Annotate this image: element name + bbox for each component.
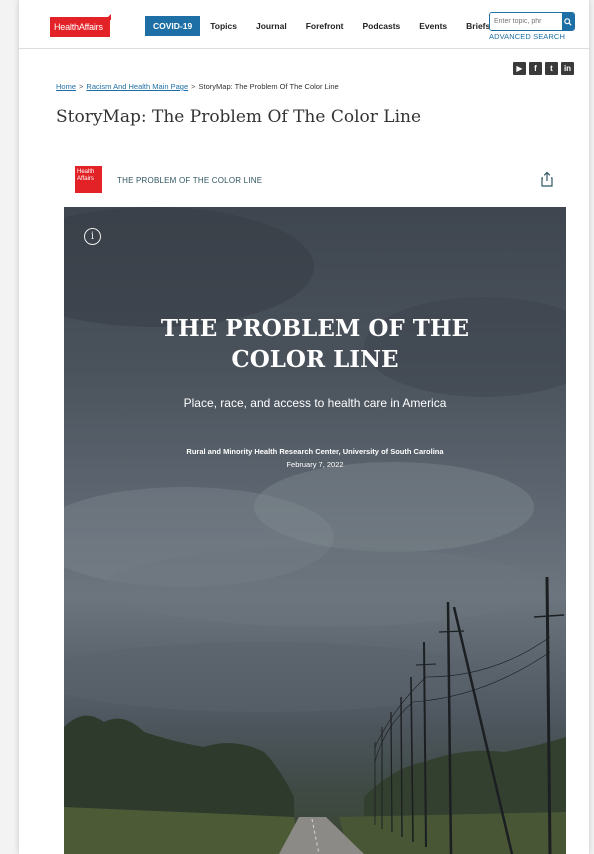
hero-title-line2: COLOR LINE bbox=[231, 346, 399, 373]
search-input[interactable] bbox=[490, 13, 562, 30]
info-icon[interactable]: i bbox=[84, 228, 101, 245]
storymap-logo-line2: Affairs bbox=[77, 176, 94, 182]
advanced-search-link[interactable]: ADVANCED SEARCH bbox=[489, 32, 565, 41]
nav-covid-19[interactable]: COVID-19 bbox=[145, 16, 201, 36]
breadcrumb-current: StoryMap: The Problem Of The Color Line bbox=[198, 82, 339, 91]
share-icon[interactable] bbox=[540, 171, 554, 187]
nav-podcasts[interactable]: Podcasts bbox=[362, 21, 400, 31]
search-icon bbox=[564, 17, 572, 26]
nav-journal[interactable]: Journal bbox=[256, 21, 287, 31]
nav-events[interactable]: Events bbox=[419, 21, 447, 31]
youtube-icon[interactable]: ▶ bbox=[513, 62, 526, 75]
storymap-header-title: THE PROBLEM OF THE COLOR LINE bbox=[117, 176, 263, 185]
hero-title-line1: THE PROBLEM OF THE bbox=[160, 315, 470, 342]
social-share-bar: ▶ f t in bbox=[513, 62, 574, 75]
nav-briefs[interactable]: Briefs bbox=[466, 21, 490, 31]
hero-date: February 7, 2022 bbox=[286, 460, 344, 469]
breadcrumb-home[interactable]: Home bbox=[56, 82, 76, 91]
breadcrumb: Home > Racism And Health Main Page > StoryMa… bbox=[56, 82, 339, 91]
linkedin-icon[interactable]: in bbox=[561, 62, 574, 75]
search-box bbox=[489, 12, 575, 31]
hero-title: THE PROBLEM OF THE COLOR LINE bbox=[64, 313, 566, 375]
breadcrumb-section[interactable]: Racism And Health Main Page bbox=[86, 82, 188, 91]
nav-forefront[interactable]: Forefront bbox=[306, 21, 344, 31]
page-title: StoryMap: The Problem Of The Color Line bbox=[56, 107, 422, 127]
breadcrumb-separator: > bbox=[191, 82, 196, 91]
nav-topics[interactable]: Topics bbox=[210, 21, 237, 31]
health-affairs-logo[interactable]: HealthAffairs bbox=[50, 14, 111, 37]
storymap-logo[interactable]: Health Affairs bbox=[75, 166, 102, 193]
hero-subtitle: Place, race, and access to health care i… bbox=[183, 396, 447, 410]
storymap-logo-line1: Health bbox=[77, 169, 95, 175]
main-nav: COVID-19 Topics Journal Forefront Podcas… bbox=[145, 16, 509, 36]
twitter-icon[interactable]: t bbox=[545, 62, 558, 75]
hero-author: Rural and Minority Health Research Cente… bbox=[186, 447, 444, 456]
hero-background-image bbox=[64, 207, 566, 854]
search-button[interactable] bbox=[562, 13, 574, 30]
site-header: HealthAffairs COVID-19 Topics Journal Fo… bbox=[19, 0, 589, 49]
storymap-hero: i THE PROBLEM OF THE COLOR LINE Place, r… bbox=[64, 207, 566, 854]
breadcrumb-separator: > bbox=[79, 82, 84, 91]
storymap-header: Health Affairs THE PROBLEM OF THE COLOR … bbox=[64, 162, 566, 200]
facebook-icon[interactable]: f bbox=[529, 62, 542, 75]
page: HealthAffairs COVID-19 Topics Journal Fo… bbox=[19, 0, 589, 854]
